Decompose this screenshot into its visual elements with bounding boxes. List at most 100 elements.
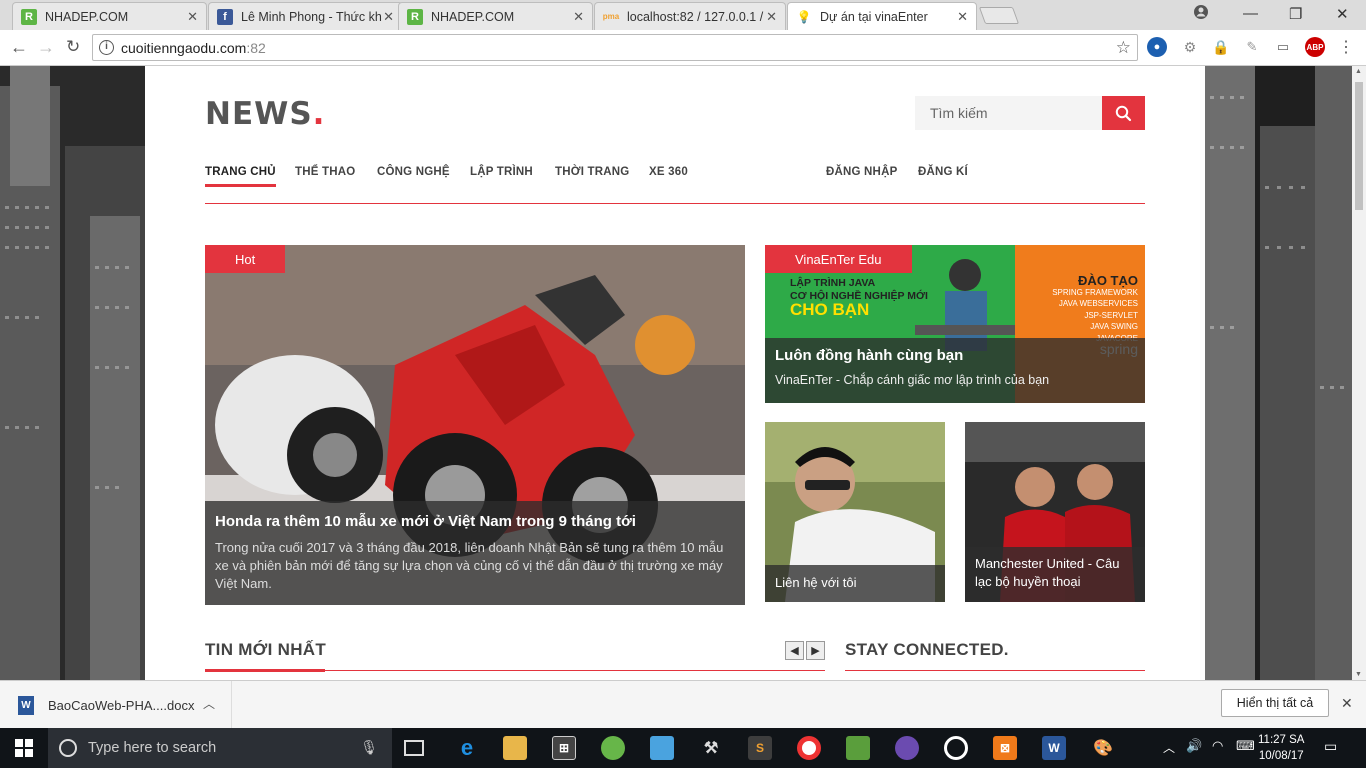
hot-badge: Hot <box>205 245 286 273</box>
manutd-title[interactable]: Manchester United - Câu lạc bộ huyền tho… <box>975 556 1120 589</box>
info-icon[interactable]: i <box>99 40 114 55</box>
keyboard-icon[interactable]: ⌨ <box>1236 738 1255 754</box>
app-cube-icon[interactable] <box>650 736 674 760</box>
show-all-downloads-button[interactable]: Hiển thị tất cả <box>1221 689 1329 717</box>
download-filename: BaoCaoWeb-PHA....docx <box>48 697 195 713</box>
scroll-up-icon[interactable]: ▲ <box>1355 68 1362 75</box>
prev-arrow-button[interactable]: ◀ <box>785 641 804 660</box>
promo-overlay: Luôn đồng hành cùng bạn VinaEnTer - Chắp… <box>765 338 1145 403</box>
lightbulb-favicon: 💡 <box>796 10 812 24</box>
app-green-icon[interactable] <box>601 736 625 760</box>
download-item[interactable]: W BaoCaoWeb-PHA....docx ︿ <box>0 681 232 729</box>
nav-lap-trinh[interactable]: LẬP TRÌNH <box>470 166 533 178</box>
bookmark-star-icon[interactable]: ☆ <box>1116 38 1131 58</box>
featured-article-card[interactable]: Hot Honda ra thêm 10 mẫu xe mới ở Việt N… <box>205 245 745 605</box>
extension-globe-icon[interactable]: ● <box>1147 37 1167 57</box>
nav-the-thao[interactable]: THỂ THAO <box>295 166 355 178</box>
close-download-bar-icon[interactable]: ✕ <box>1341 695 1353 712</box>
next-arrow-button[interactable]: ▶ <box>806 641 825 660</box>
target-app-icon[interactable] <box>944 736 968 760</box>
close-tab-icon[interactable]: ✕ <box>957 9 968 25</box>
browser-tab-2[interactable]: f Lê Minh Phong - Thức kh ✕ <box>208 2 403 30</box>
restore-icon[interactable]: ❐ <box>1289 5 1302 23</box>
chart-app-icon[interactable] <box>846 736 870 760</box>
minimize-icon[interactable]: — <box>1243 5 1258 22</box>
scroll-down-icon[interactable]: ▼ <box>1355 671 1362 678</box>
file-explorer-icon[interactable] <box>503 736 527 760</box>
url-port: :82 <box>246 39 266 56</box>
reload-icon[interactable]: ↻ <box>66 37 80 57</box>
store-icon[interactable]: ⊞ <box>552 736 576 760</box>
window-close-icon[interactable]: ✕ <box>1336 5 1349 23</box>
manutd-overlay: Manchester United - Câu lạc bộ huyền tho… <box>965 547 1145 602</box>
promo-title[interactable]: Luôn đồng hành cùng bạn <box>775 347 1135 364</box>
browser-tab-4[interactable]: pma localhost:82 / 127.0.0.1 / ✕ <box>594 2 786 30</box>
nhadep-favicon: R <box>21 8 37 25</box>
browser-toolbar: ← → ↻ i cuoitienngaodu.com:82 ☆ ● ⚙ 🔒 ✎ … <box>0 30 1366 66</box>
tab-title: NHADEP.COM <box>431 9 515 24</box>
page-scrollbar[interactable]: ▲ ▼ <box>1352 66 1366 680</box>
browser-tab-5-active[interactable]: 💡 Dự án tại vinaEnter ✕ <box>787 2 977 31</box>
scrollbar-thumb[interactable] <box>1355 82 1363 210</box>
task-view-icon[interactable] <box>404 740 424 756</box>
search-button[interactable] <box>1102 96 1145 130</box>
facebook-favicon: f <box>217 8 233 25</box>
nav-xe-360[interactable]: XE 360 <box>649 166 688 178</box>
contact-card[interactable]: Liên hệ với tôi <box>765 422 945 602</box>
nav-thoi-trang[interactable]: THỜI TRANG <box>555 166 629 178</box>
manutd-card[interactable]: Manchester United - Câu lạc bộ huyền tho… <box>965 422 1145 602</box>
tools-icon[interactable]: ⚒ <box>699 736 723 760</box>
browser-tab-3[interactable]: R NHADEP.COM ✕ <box>398 2 593 30</box>
search-icon <box>1115 105 1132 121</box>
forward-arrow-icon[interactable]: → <box>37 37 55 58</box>
taskbar-search[interactable]: Type here to search 🎙 <box>48 728 392 768</box>
extension-lock-icon[interactable]: 🔒 <box>1211 37 1231 57</box>
volume-icon[interactable]: 🔊 <box>1186 738 1202 754</box>
chevron-up-icon[interactable]: ︿ <box>203 695 215 712</box>
extension-pdf-icon[interactable]: ✎ <box>1242 37 1262 57</box>
contact-overlay: Liên hệ với tôi <box>765 565 945 602</box>
nav-trang-chu[interactable]: TRANG CHỦ <box>205 166 276 187</box>
nav-cong-nghe[interactable]: CÔNG NGHỆ <box>377 166 450 178</box>
stay-connected-underline <box>845 670 1145 671</box>
word-icon[interactable]: W <box>1042 736 1066 760</box>
featured-overlay: Honda ra thêm 10 mẫu xe mới ở Việt Nam t… <box>205 501 745 605</box>
browser-tab-1[interactable]: R NHADEP.COM ✕ <box>12 2 207 30</box>
extension-gear-icon[interactable]: ⚙ <box>1180 37 1200 57</box>
eclipse-icon[interactable] <box>895 736 919 760</box>
nav-login[interactable]: ĐĂNG NHẬP <box>826 166 897 178</box>
close-tab-icon[interactable]: ✕ <box>187 9 198 25</box>
paint-icon[interactable]: 🎨 <box>1091 736 1115 760</box>
featured-title[interactable]: Honda ra thêm 10 mẫu xe mới ở Việt Nam t… <box>215 513 735 530</box>
tray-chevron-icon[interactable]: ︿ <box>1163 739 1175 756</box>
menu-dots-icon[interactable]: ⋮ <box>1336 37 1356 57</box>
tab-title: NHADEP.COM <box>45 9 129 24</box>
chrome-icon[interactable] <box>797 736 821 760</box>
close-tab-icon[interactable]: ✕ <box>383 9 394 25</box>
taskbar-clock[interactable]: 11:27 SA 10/08/17 <box>1258 732 1304 764</box>
notification-icon[interactable]: ▭ <box>1324 738 1337 755</box>
extension-cast-icon[interactable]: ▭ <box>1273 37 1293 57</box>
site-logo[interactable]: NEWS. <box>205 96 325 132</box>
search-input[interactable] <box>915 96 1101 130</box>
address-bar[interactable]: i cuoitienngaodu.com:82 ☆ <box>92 34 1138 61</box>
close-tab-icon[interactable]: ✕ <box>573 9 584 25</box>
profile-icon[interactable] <box>1193 4 1209 24</box>
contact-title[interactable]: Liên hệ với tôi <box>775 575 857 590</box>
sublime-icon[interactable]: S <box>748 736 772 760</box>
nav-register[interactable]: ĐĂNG KÍ <box>918 166 968 178</box>
back-arrow-icon[interactable]: ← <box>10 37 28 58</box>
tab-title: Dự án tại vinaEnter <box>820 10 928 24</box>
tab-title: Lê Minh Phong - Thức kh <box>241 9 382 24</box>
adblock-icon[interactable]: ABP <box>1305 37 1325 57</box>
promo-card[interactable]: VinaEnTer Edu LẬP TRÌNH JAVA CƠ HỘI NGHỀ… <box>765 245 1145 403</box>
wifi-icon[interactable]: ◠ <box>1212 738 1223 754</box>
close-tab-icon[interactable]: ✕ <box>766 9 777 25</box>
url-host: cuoitienngaodu.com <box>121 39 247 56</box>
new-tab-button[interactable] <box>978 7 1020 24</box>
microphone-icon[interactable]: 🎙 <box>360 739 378 756</box>
latest-news-heading: TIN MỚI NHẤT <box>205 640 327 659</box>
edge-icon[interactable]: e <box>455 735 479 760</box>
xampp-icon[interactable]: ⊠ <box>993 736 1017 760</box>
windows-start-icon[interactable] <box>12 736 36 760</box>
